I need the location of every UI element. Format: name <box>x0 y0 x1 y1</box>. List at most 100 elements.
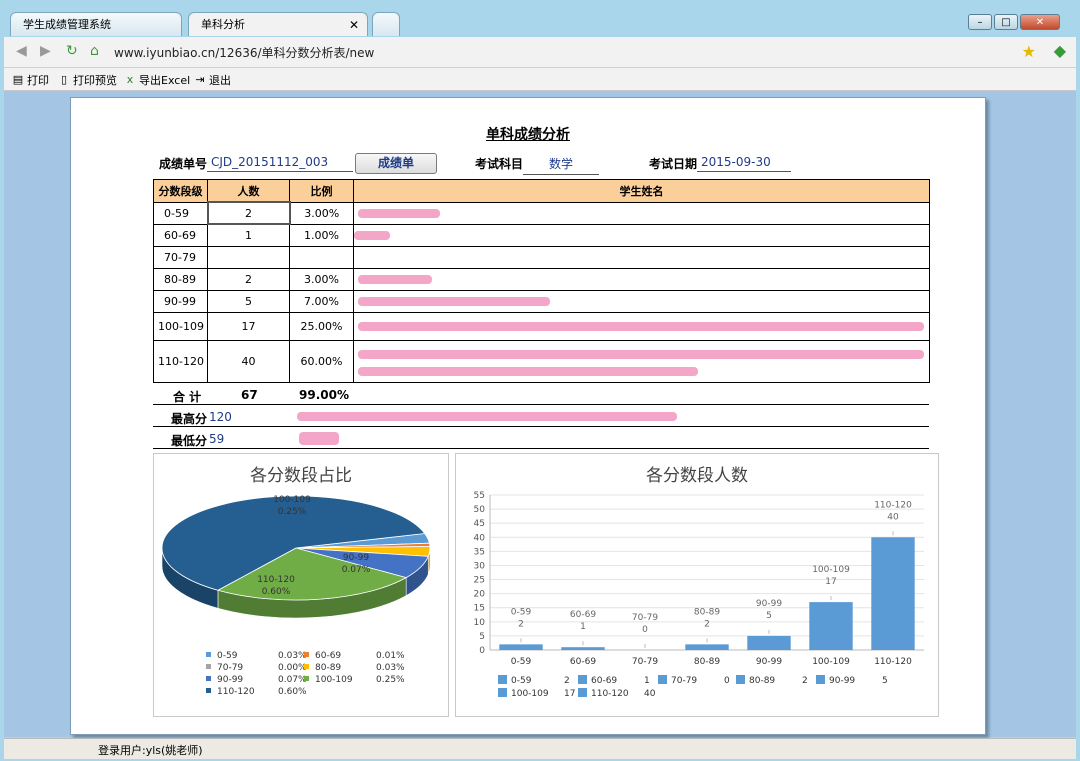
table-row: 80-89 2 3.00% <box>153 267 930 291</box>
legend-swatch <box>498 675 507 684</box>
names-cell <box>353 201 930 225</box>
legend-value: 2 <box>564 676 570 686</box>
subject-label: 考试科目 <box>475 157 524 171</box>
url-input[interactable]: www.iyunbiao.cn/12636/单科分数分析表/new <box>114 44 374 61</box>
data-label-category: 110-120 <box>874 500 912 510</box>
exit-icon: ⇥ <box>195 73 205 86</box>
close-window-icon[interactable]: ✕ <box>1020 14 1060 30</box>
data-label-category: 0-59 <box>511 607 532 617</box>
pie-slice-value: 0.25% <box>278 507 307 517</box>
legend-label: 0-59 <box>511 676 532 686</box>
y-tick-label: 40 <box>474 533 486 543</box>
close-tab-icon[interactable]: ✕ <box>349 13 359 37</box>
tab-label: 学生成绩管理系统 <box>23 18 111 31</box>
redacted-names <box>358 297 550 306</box>
data-label-value: 1 <box>580 622 586 632</box>
legend-value: 0.25% <box>376 675 405 685</box>
band-cell: 60-69 <box>153 223 208 247</box>
status-bar: 登录用户:yls(姚老师) <box>4 738 1076 759</box>
id-value: CJD_20151112_003 <box>207 155 353 172</box>
table-row: 100-109 17 25.00% <box>153 311 930 341</box>
redacted-names <box>358 275 432 284</box>
back-icon[interactable]: ◀ <box>16 43 27 59</box>
count-cell <box>207 245 290 269</box>
names-cell <box>353 339 930 383</box>
count-cell: 17 <box>207 311 290 341</box>
go-icon[interactable]: ◆ <box>1054 41 1066 60</box>
table-row: 90-99 5 7.00% <box>153 289 930 313</box>
legend-swatch <box>206 652 211 657</box>
bar-80-89 <box>685 644 729 650</box>
legend-swatch <box>206 676 211 681</box>
pie-slice-label: 100-109 <box>273 495 311 505</box>
count-cell: 2 <box>207 267 290 291</box>
y-tick-label: 55 <box>474 491 485 501</box>
y-tick-label: 45 <box>474 519 485 529</box>
legend-swatch <box>578 688 587 697</box>
legend-label: 80-89 <box>315 663 341 673</box>
total-ratio: 99.00% <box>299 388 349 402</box>
legend-label: 60-69 <box>315 651 341 661</box>
y-tick-label: 0 <box>479 646 485 656</box>
header-names: 学生姓名 <box>353 179 930 203</box>
names-cell <box>353 223 930 247</box>
print-label: 打印 <box>27 74 49 87</box>
tab-single-subject[interactable]: 单科分析 ✕ <box>188 12 368 36</box>
tab-student-system[interactable]: 学生成绩管理系统 <box>10 12 182 36</box>
legend-value: 0.03% <box>278 651 307 661</box>
redacted-names <box>358 350 924 359</box>
table-row: 70-79 <box>153 245 930 269</box>
x-tick-label: 0-59 <box>511 657 532 667</box>
count-cell[interactable]: 2 <box>206 201 291 225</box>
x-tick-label: 110-120 <box>874 657 912 667</box>
legend-value: 0.60% <box>278 687 307 697</box>
redacted-names <box>358 322 924 331</box>
x-tick-label: 90-99 <box>756 657 782 667</box>
band-cell: 80-89 <box>153 267 208 291</box>
divider <box>153 404 929 405</box>
data-label-category: 90-99 <box>756 599 782 609</box>
maximize-icon[interactable]: □ <box>994 14 1018 30</box>
pie-slice-value: 0.07% <box>342 565 371 575</box>
data-label-value: 2 <box>704 619 710 629</box>
exit-button[interactable]: ⇥ 退出 <box>194 72 231 88</box>
legend-label: 70-79 <box>217 663 243 673</box>
x-tick-label: 80-89 <box>694 657 720 667</box>
legend-value: 40 <box>644 689 656 699</box>
print-preview-button[interactable]: ▯ 打印预览 <box>58 72 117 88</box>
new-tab-button[interactable] <box>372 12 400 36</box>
legend-value: 0.00% <box>278 663 307 673</box>
print-button[interactable]: ▤ 打印 <box>12 72 49 88</box>
excel-icon: x <box>126 73 134 86</box>
grade-sheet-button[interactable]: 成绩单 <box>355 153 437 174</box>
x-tick-label: 70-79 <box>632 657 658 667</box>
ratio-cell: 3.00% <box>289 201 354 225</box>
y-tick-label: 5 <box>479 632 485 642</box>
export-excel-button[interactable]: x 导出Excel <box>124 72 190 88</box>
forward-icon[interactable]: ▶ <box>40 43 51 59</box>
data-label-category: 60-69 <box>570 610 596 620</box>
preview-label: 打印预览 <box>73 74 117 87</box>
y-tick-label: 20 <box>474 590 486 600</box>
legend-swatch <box>658 675 667 684</box>
pie-slice-value: 0.60% <box>262 587 291 597</box>
report-paper: 单科成绩分析 成绩单号 CJD_20151112_003 成绩单 考试科目 数学… <box>70 97 986 735</box>
bookmark-star-icon[interactable]: ★ <box>1022 42 1036 61</box>
y-tick-label: 25 <box>474 576 485 586</box>
date-label: 考试日期 <box>649 157 698 171</box>
legend-label: 100-109 <box>511 689 549 699</box>
legend-label: 80-89 <box>749 676 775 686</box>
redacted-names <box>299 432 339 445</box>
table-row: 0-59 2 3.00% <box>153 201 930 225</box>
min-label: 最低分 <box>171 434 208 448</box>
minimize-icon[interactable]: – <box>968 14 992 30</box>
legend-swatch <box>206 688 211 693</box>
refresh-icon[interactable]: ↻ <box>66 43 78 59</box>
band-cell: 110-120 <box>153 339 208 383</box>
count-cell: 1 <box>207 223 290 247</box>
pie-chart-title: 各分数段占比 <box>250 466 352 486</box>
export-label: 导出Excel <box>139 74 191 87</box>
home-icon[interactable]: ⌂ <box>90 43 99 59</box>
max-value: 120 <box>209 410 232 424</box>
ratio-cell: 60.00% <box>289 339 354 383</box>
